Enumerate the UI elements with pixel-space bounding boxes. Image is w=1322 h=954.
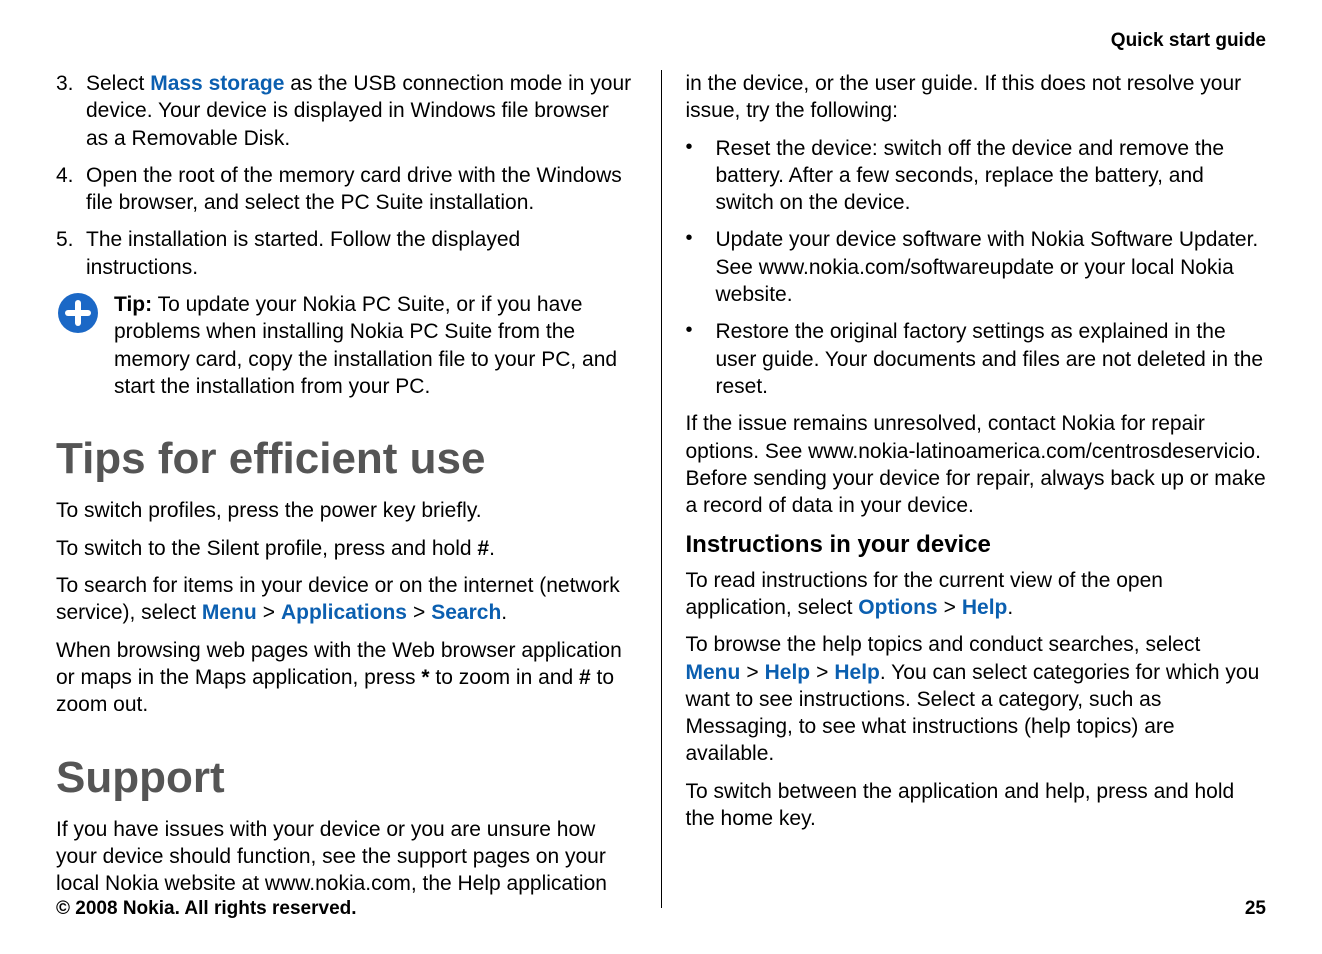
- step-number: 4.: [56, 162, 86, 217]
- list-item: 5. The installation is started. Follow t…: [56, 226, 637, 281]
- heading-support: Support: [56, 749, 637, 806]
- tip-label: Tip:: [114, 293, 152, 316]
- bullet-text: Restore the original factory settings as…: [716, 318, 1267, 400]
- step-text: The installation is started. Follow the …: [86, 226, 637, 281]
- tips-p1: To switch profiles, press the power key …: [56, 497, 637, 524]
- plus-circle-icon: [56, 291, 114, 400]
- mass-storage-link[interactable]: Mass storage: [150, 72, 284, 95]
- applications-link[interactable]: Applications: [281, 601, 407, 624]
- step-number: 3.: [56, 70, 86, 152]
- menu-link[interactable]: Menu: [686, 661, 741, 684]
- page-footer: © 2008 Nokia. All rights reserved. 25: [56, 898, 1266, 920]
- instructions-p3: To switch between the application and he…: [686, 778, 1267, 833]
- list-item: 4. Open the root of the memory card driv…: [56, 162, 637, 217]
- list-item: • Restore the original factory settings …: [686, 318, 1267, 400]
- tips-p3: To search for items in your device or on…: [56, 572, 637, 627]
- install-steps-list: 3. Select Mass storage as the USB connec…: [56, 70, 637, 281]
- help-link[interactable]: Help: [765, 661, 811, 684]
- menu-link[interactable]: Menu: [202, 601, 257, 624]
- instructions-p2: To browse the help topics and conduct se…: [686, 631, 1267, 767]
- tips-p2: To switch to the Silent profile, press a…: [56, 535, 637, 562]
- list-item: 3. Select Mass storage as the USB connec…: [56, 70, 637, 152]
- page-number: 25: [1245, 898, 1266, 920]
- options-link[interactable]: Options: [858, 596, 937, 619]
- step-number: 5.: [56, 226, 86, 281]
- copyright-text: © 2008 Nokia. All rights reserved.: [56, 898, 357, 920]
- tips-p4: When browsing web pages with the Web bro…: [56, 637, 637, 719]
- right-column: in the device, or the user guide. If thi…: [662, 70, 1267, 908]
- repair-contact: If the issue remains unresolved, contact…: [686, 410, 1267, 519]
- help-link[interactable]: Help: [962, 596, 1008, 619]
- list-item: • Reset the device: switch off the devic…: [686, 135, 1267, 217]
- tip-block: Tip: To update your Nokia PC Suite, or i…: [56, 291, 637, 400]
- left-column: 3. Select Mass storage as the USB connec…: [56, 70, 662, 908]
- search-link[interactable]: Search: [431, 601, 501, 624]
- header-title: Quick start guide: [1111, 30, 1266, 52]
- troubleshoot-list: • Reset the device: switch off the devic…: [686, 135, 1267, 401]
- content-columns: 3. Select Mass storage as the USB connec…: [56, 70, 1266, 908]
- bullet-text: Update your device software with Nokia S…: [716, 226, 1267, 308]
- list-item: • Update your device software with Nokia…: [686, 226, 1267, 308]
- bullet-icon: •: [686, 318, 716, 400]
- bullet-icon: •: [686, 226, 716, 308]
- heading-instructions: Instructions in your device: [686, 529, 1267, 560]
- heading-tips: Tips for efficient use: [56, 430, 637, 487]
- tip-text: Tip: To update your Nokia PC Suite, or i…: [114, 291, 637, 400]
- support-continued: in the device, or the user guide. If thi…: [686, 70, 1267, 125]
- bullet-icon: •: [686, 135, 716, 217]
- bullet-text: Reset the device: switch off the device …: [716, 135, 1267, 217]
- step-text: Open the root of the memory card drive w…: [86, 162, 637, 217]
- instructions-p1: To read instructions for the current vie…: [686, 567, 1267, 622]
- support-p1: If you have issues with your device or y…: [56, 816, 637, 898]
- help-link[interactable]: Help: [834, 661, 880, 684]
- step-text: Select Mass storage as the USB connectio…: [86, 70, 637, 152]
- page: Quick start guide 3. Select Mass storage…: [0, 0, 1322, 954]
